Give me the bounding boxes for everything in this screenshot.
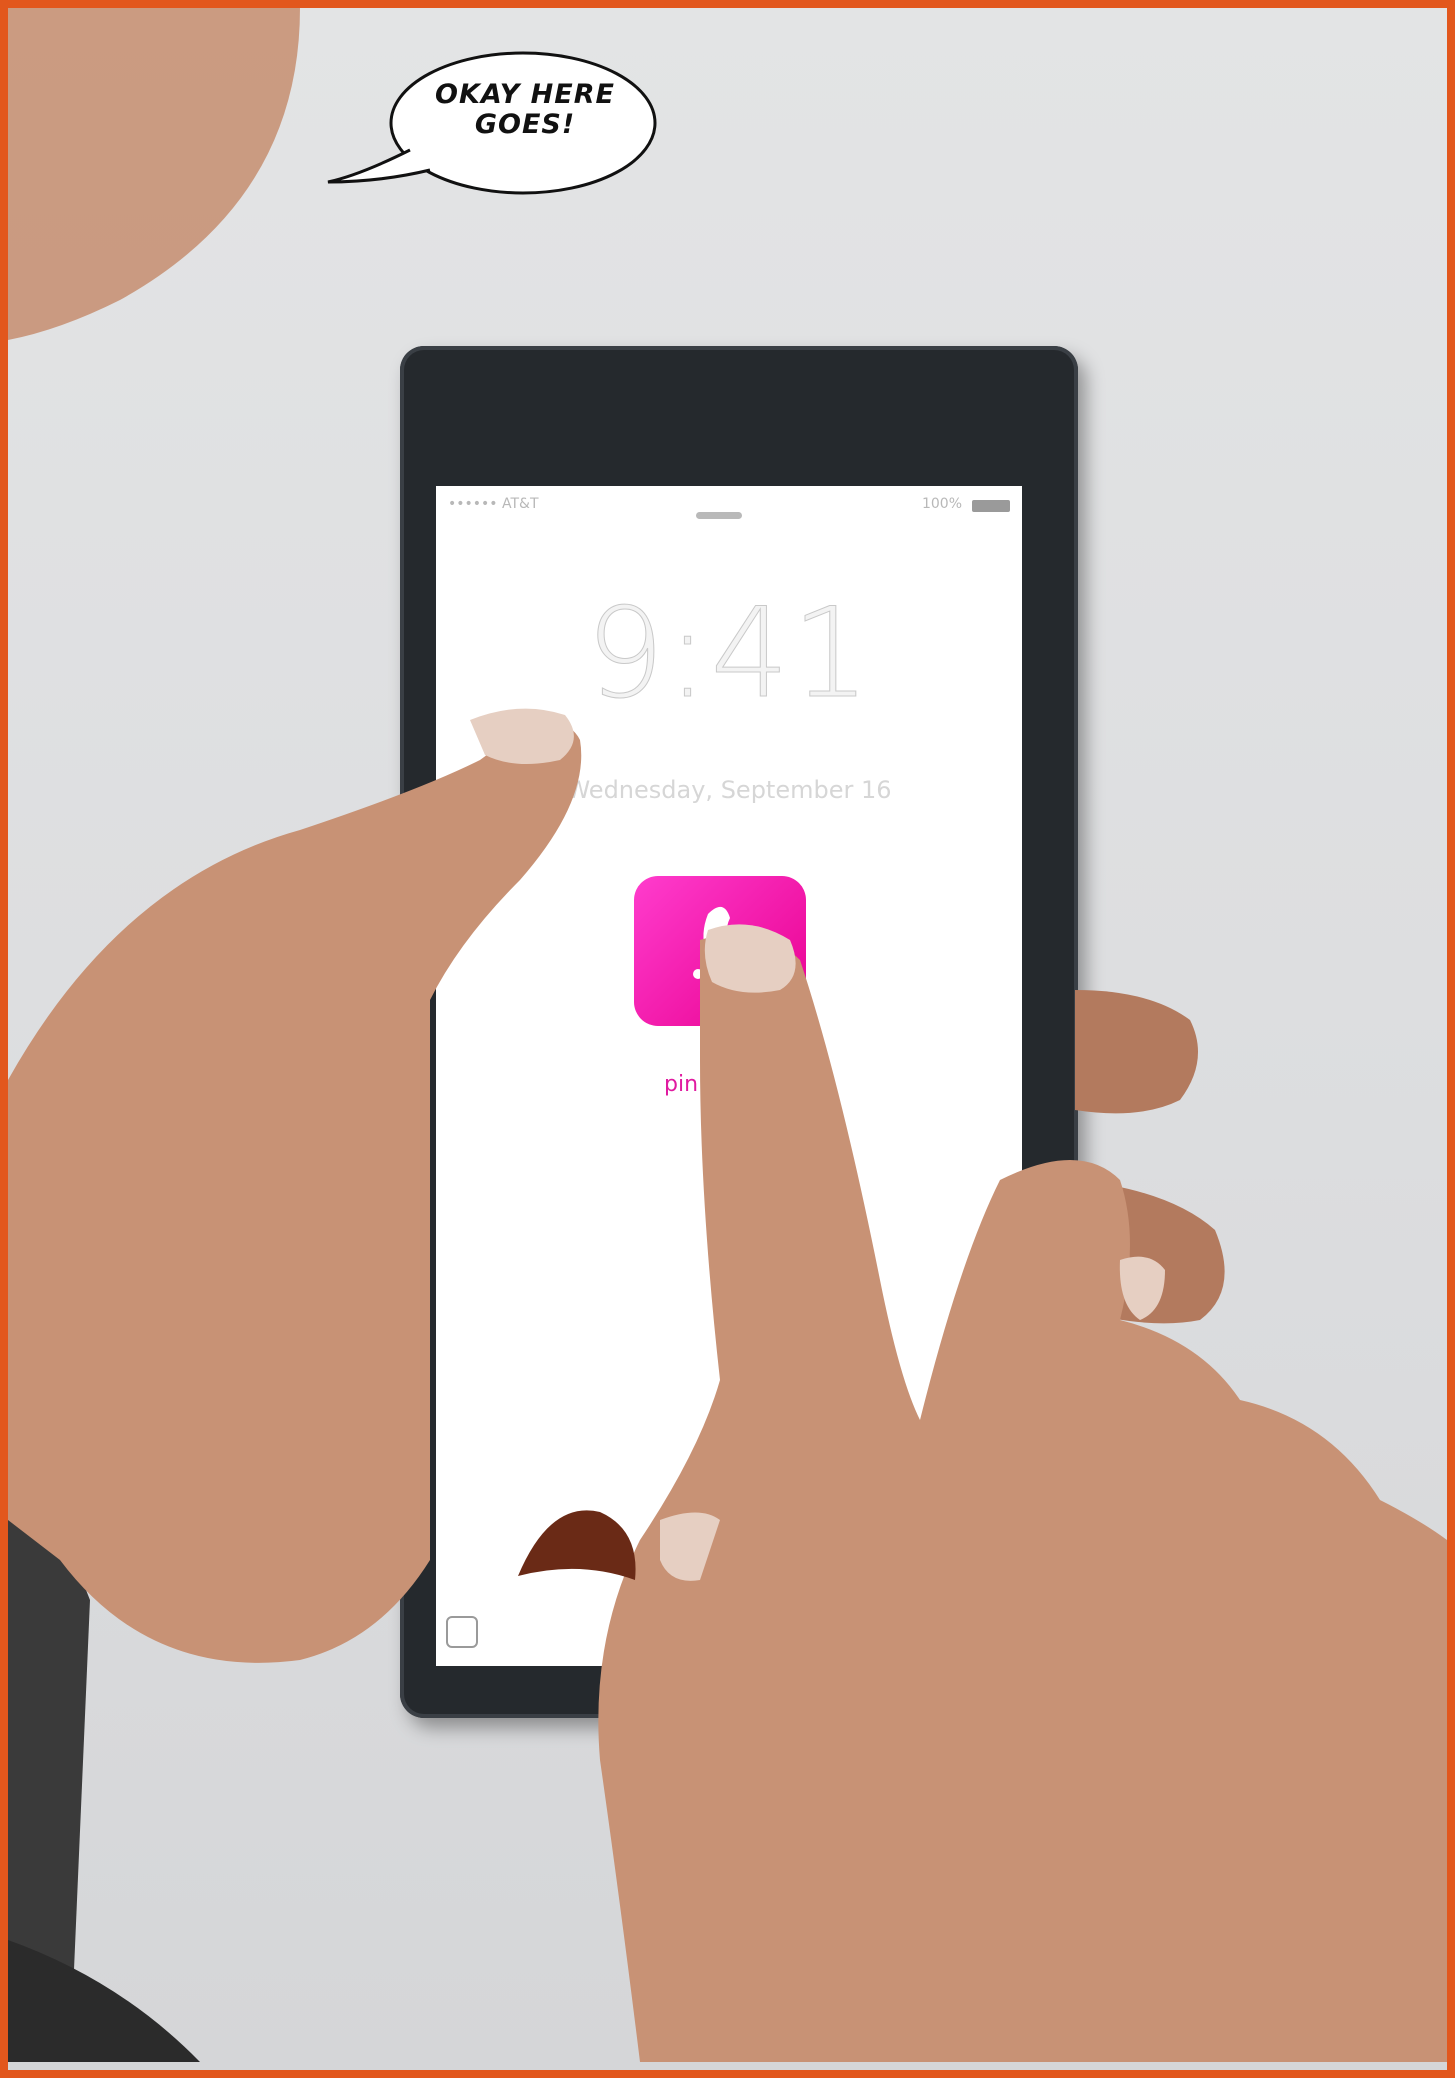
- notification-grabber[interactable]: [696, 512, 742, 519]
- speech-line-1: OKAY HERE: [435, 79, 615, 110]
- phone-screen[interactable]: •••••• AT&T 100% 9:41 Wednesday, Septemb…: [436, 486, 1022, 1666]
- app-glyph-icon: [693, 906, 734, 979]
- status-battery-percent: 100%: [921, 496, 962, 512]
- speech-bubble-text: OKAY HERE GOES!: [400, 80, 650, 140]
- lock-screen-date: Wednesday, September 16: [566, 776, 892, 804]
- status-carrier: •••••• AT&T: [448, 496, 539, 512]
- lock-screen-clock: 9:41: [585, 582, 873, 727]
- battery-icon: [972, 500, 1010, 512]
- speech-line-2: GOES!: [474, 109, 576, 140]
- camera-icon[interactable]: [446, 1616, 478, 1648]
- app-icon[interactable]: [634, 876, 806, 1026]
- app-label: pin: [664, 1072, 699, 1097]
